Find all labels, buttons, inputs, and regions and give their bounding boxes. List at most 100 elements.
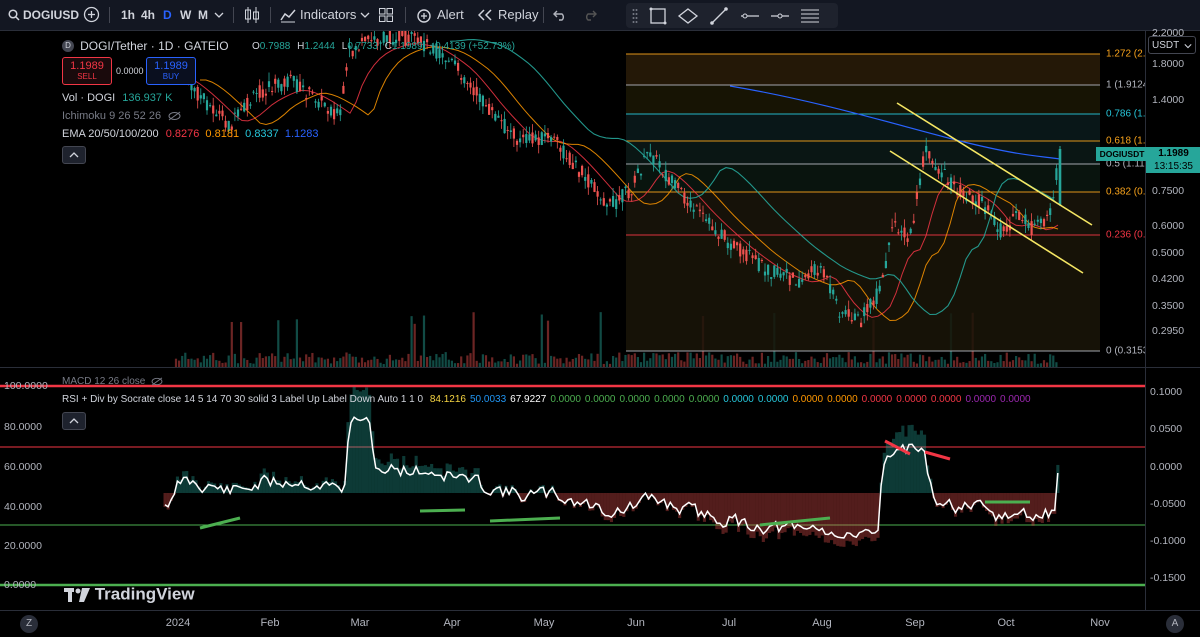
candle-body <box>296 79 298 92</box>
volume-bar <box>934 360 936 367</box>
volume-bar <box>733 356 735 367</box>
candle-body <box>339 109 341 115</box>
volume-bar <box>786 356 788 367</box>
rsi-histogram-bar <box>886 441 889 493</box>
collapse-legend-button[interactable] <box>62 146 86 164</box>
candle-body <box>504 119 506 133</box>
candle-body <box>659 161 661 167</box>
volume-bar <box>652 353 654 367</box>
interval-w[interactable]: W <box>180 0 191 30</box>
candle-body <box>333 109 335 119</box>
candle-body <box>519 138 521 142</box>
candle-body <box>652 155 654 163</box>
rsi-histogram-bar <box>439 468 442 493</box>
rsi-histogram-bar <box>191 476 194 493</box>
ellipse-tool-icon[interactable] <box>677 7 699 25</box>
volume-bar <box>882 356 884 367</box>
alert-button[interactable]: Alert <box>416 0 464 30</box>
candle-body <box>1037 220 1039 222</box>
volume-bar <box>194 360 196 367</box>
candle-body <box>736 242 738 245</box>
low-value: 0.7733 <box>347 41 378 52</box>
time-axis[interactable]: Z 2024FebMarAprMayJunJulAugSepOctNov A <box>0 610 1200 637</box>
volume-bar <box>352 357 354 367</box>
volume-bar <box>401 358 403 367</box>
volume-bar <box>659 355 661 367</box>
rectangle-tool-icon[interactable] <box>649 7 667 25</box>
indicators-button[interactable]: Indicators <box>280 0 356 30</box>
interval-m[interactable]: M <box>198 0 208 30</box>
candle-body <box>798 279 800 288</box>
rsi-left-scale[interactable]: 100.000080.000060.000040.000020.00000.00… <box>0 368 57 610</box>
candle-body <box>869 299 871 308</box>
candle-body <box>342 86 344 94</box>
rsi-histogram-bar <box>350 394 353 493</box>
fib-retracement-tool-icon[interactable] <box>800 7 820 25</box>
volume-bar <box>435 354 437 367</box>
candle-body <box>866 304 868 312</box>
rsi-histogram-bar <box>455 472 458 493</box>
interval-1h[interactable]: 1h <box>121 0 135 30</box>
tradingview-watermark[interactable]: TradingView <box>64 584 195 605</box>
candle-body <box>841 312 843 314</box>
rsi-histogram-bar <box>334 481 337 493</box>
volume-bar <box>376 359 378 367</box>
rsi-right-scale[interactable]: 0.10000.05000.0000-0.0500-0.1000-0.1500 <box>1145 368 1200 610</box>
collapse-rsi-legend-button[interactable] <box>62 412 86 430</box>
buy-button[interactable]: 1.1989 BUY <box>146 57 196 85</box>
volume-bar <box>342 357 344 367</box>
indicators-icon <box>280 7 296 23</box>
candle-body <box>246 98 248 110</box>
candle-body <box>628 190 630 198</box>
zoom-z-button[interactable]: Z <box>20 615 38 633</box>
trend-line-tool-icon[interactable] <box>710 7 728 25</box>
candle-body <box>234 113 236 114</box>
rsi-legend-value: 0.0000 <box>620 394 651 405</box>
interval-4h[interactable]: 4h <box>141 0 155 30</box>
interval-d[interactable]: D <box>163 0 172 30</box>
candle-body <box>1003 226 1005 231</box>
fib-level-label: 0.786 (1. <box>1106 109 1145 120</box>
rsi-histogram-bar <box>393 459 396 493</box>
horizontal-ray-tool-icon[interactable] <box>740 7 760 25</box>
symbol-search[interactable]: DOGIUSD <box>8 0 79 30</box>
candle-body <box>411 32 413 34</box>
close-value: 1.1989 <box>392 41 423 52</box>
auto-scale-button[interactable]: A <box>1166 615 1184 633</box>
volume-bar <box>575 358 577 367</box>
rsi-histogram-bar <box>368 395 371 493</box>
rsi-histogram-bar <box>433 468 436 493</box>
candle-body <box>476 87 478 96</box>
candle-body <box>848 309 850 316</box>
rsi-histogram-bar <box>427 467 430 493</box>
volume-bar <box>975 358 977 367</box>
undo-icon <box>553 9 567 21</box>
volume-bar <box>1043 360 1045 367</box>
volume-bar <box>293 359 295 367</box>
volume-bar <box>624 355 626 367</box>
candle-body <box>776 268 778 275</box>
horizontal-line-tool-icon[interactable] <box>770 7 790 25</box>
candle-body <box>612 196 614 207</box>
eye-crossed-icon[interactable] <box>151 377 163 386</box>
rsi-label: RSI + Div by Socrate close 14 5 14 70 30… <box>62 394 423 405</box>
candle-body <box>482 96 484 107</box>
replay-button[interactable]: Replay <box>478 0 538 30</box>
time-axis-label: 2024 <box>166 617 190 629</box>
sell-button[interactable]: 1.1989 SELL <box>62 57 112 85</box>
price-scale[interactable]: USDT 2.20001.80001.40000.90000.75000.600… <box>1145 31 1200 367</box>
time-axis-label: Feb <box>261 617 280 629</box>
rsi-legend-value: 84.1216 <box>430 394 466 405</box>
time-axis-label: Aug <box>812 617 832 629</box>
eye-crossed-icon[interactable] <box>168 111 181 121</box>
candle-body <box>451 59 453 60</box>
volume-bar <box>290 359 292 367</box>
rsi-histogram-bar <box>235 483 238 493</box>
drag-handle-icon[interactable] <box>632 8 638 24</box>
volume-bar <box>814 359 816 367</box>
candle-body <box>990 211 992 212</box>
candle-body <box>336 108 338 113</box>
fib-retracement[interactable] <box>626 54 1100 351</box>
candle-body <box>717 237 719 239</box>
rsi-legend-value: 0.0000 <box>862 394 893 405</box>
